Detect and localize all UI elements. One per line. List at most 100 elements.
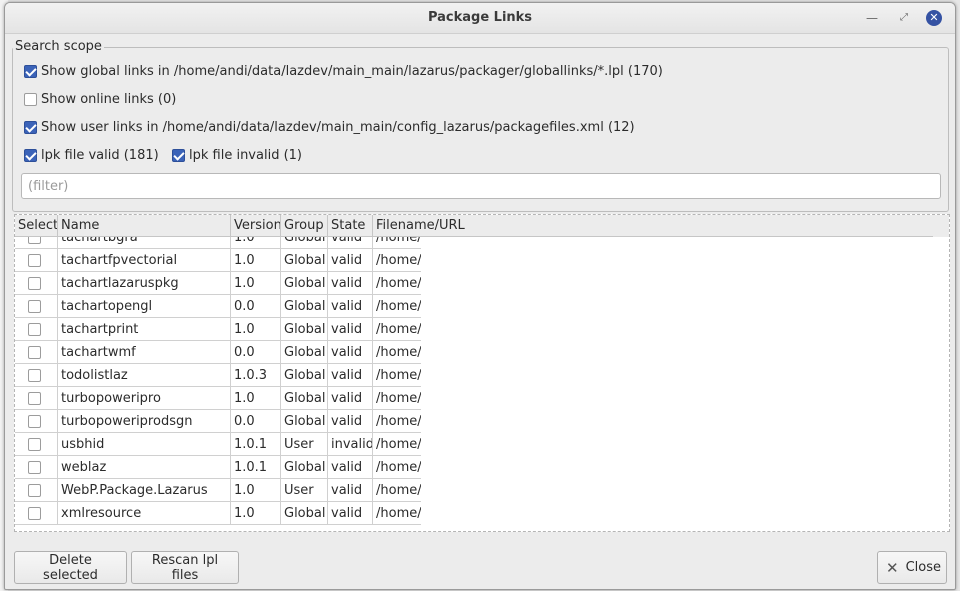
version-cell: 1.0.1 xyxy=(231,456,281,479)
package-links-dialog: Package Links — ⤢ ✕ Search scope Show gl… xyxy=(4,2,956,590)
state-cell: valid xyxy=(328,456,373,479)
row-select-checkbox[interactable] xyxy=(28,323,41,336)
select-cell[interactable] xyxy=(15,295,58,318)
online-links-option[interactable]: Show online links (0) xyxy=(24,90,176,108)
filename-cell: /home/ xyxy=(373,387,421,410)
state-cell: valid xyxy=(328,272,373,295)
online-links-checkbox[interactable] xyxy=(24,92,37,106)
filename-cell: /home/ xyxy=(373,341,421,364)
lpk-valid-label: lpk file valid (181) xyxy=(41,147,159,163)
close-button-label: Close xyxy=(905,560,941,575)
lpk-invalid-label: lpk file invalid (1) xyxy=(189,147,302,163)
row-select-checkbox[interactable] xyxy=(28,237,41,244)
select-cell[interactable] xyxy=(15,364,58,387)
name-cell: xmlresource xyxy=(58,502,231,525)
state-cell: valid xyxy=(328,318,373,341)
close-icon: ✕ xyxy=(886,558,899,577)
filename-cell: /home/ xyxy=(373,502,421,525)
column-header-state[interactable]: State xyxy=(328,215,373,237)
group-cell: Global xyxy=(281,295,328,318)
package-links-table[interactable]: Select Name Version Group State Filename… xyxy=(14,214,950,532)
row-select-checkbox[interactable] xyxy=(28,507,41,520)
filter-input[interactable] xyxy=(21,173,941,199)
rescan-lpl-files-button[interactable]: Rescan lpl files xyxy=(131,551,239,584)
table-header: Select Name Version Group State Filename… xyxy=(15,215,949,237)
name-cell: WebP.Package.Lazarus xyxy=(58,479,231,502)
select-cell[interactable] xyxy=(15,456,58,479)
lpk-invalid-checkbox[interactable] xyxy=(172,148,185,162)
column-header-group[interactable]: Group xyxy=(281,215,328,237)
filename-cell: /home/ xyxy=(373,237,421,249)
version-cell: 0.0 xyxy=(231,341,281,364)
column-header-version[interactable]: Version xyxy=(231,215,281,237)
search-scope-legend: Search scope xyxy=(13,39,104,54)
group-cell: Global xyxy=(281,237,328,249)
column-header-select[interactable]: Select xyxy=(15,215,58,237)
row-select-checkbox[interactable] xyxy=(28,254,41,267)
row-select-checkbox[interactable] xyxy=(28,415,41,428)
maximize-icon[interactable]: ⤢ xyxy=(895,9,913,27)
row-select-checkbox[interactable] xyxy=(28,369,41,382)
row-select-checkbox[interactable] xyxy=(28,484,41,497)
version-cell: 1.0.1 xyxy=(231,433,281,456)
table-body: tachartbgra 1.0 Global valid/home/tachartfp… xyxy=(15,237,949,531)
name-cell: turbopoweriprodsgn xyxy=(58,410,231,433)
minimize-icon[interactable]: — xyxy=(863,9,881,27)
user-links-option[interactable]: Show user links in /home/andi/data/lazde… xyxy=(24,118,635,136)
name-cell: tachartopengl xyxy=(58,295,231,318)
column-header-filename[interactable]: Filename/URL xyxy=(373,215,933,237)
group-cell: Global xyxy=(281,341,328,364)
filename-cell: /home/ xyxy=(373,295,421,318)
version-cell: 1.0 xyxy=(231,502,281,525)
state-cell: valid xyxy=(328,387,373,410)
row-select-checkbox[interactable] xyxy=(28,277,41,290)
select-cell[interactable] xyxy=(15,272,58,295)
select-cell[interactable] xyxy=(15,479,58,502)
group-cell: Global xyxy=(281,318,328,341)
column-header-name[interactable]: Name xyxy=(58,215,231,237)
name-cell: tachartprint xyxy=(58,318,231,341)
filename-cell: /home/ xyxy=(373,456,421,479)
user-links-checkbox[interactable] xyxy=(24,120,37,134)
state-cell: valid xyxy=(328,237,373,249)
state-cell: valid xyxy=(328,295,373,318)
name-cell: tachartlazaruspkg xyxy=(58,272,231,295)
row-select-checkbox[interactable] xyxy=(28,438,41,451)
version-cell: 1.0 xyxy=(231,237,281,249)
version-cell: 0.0 xyxy=(231,410,281,433)
group-cell: Global xyxy=(281,387,328,410)
global-links-checkbox[interactable] xyxy=(24,64,37,78)
row-select-checkbox[interactable] xyxy=(28,461,41,474)
row-select-checkbox[interactable] xyxy=(28,346,41,359)
group-cell: Global xyxy=(281,410,328,433)
select-cell[interactable] xyxy=(15,341,58,364)
global-links-label: Show global links in /home/andi/data/laz… xyxy=(41,63,663,79)
version-cell: 1.0 xyxy=(231,318,281,341)
global-links-option[interactable]: Show global links in /home/andi/data/laz… xyxy=(24,62,663,80)
select-cell[interactable] xyxy=(15,318,58,341)
name-cell: weblaz xyxy=(58,456,231,479)
lpk-valid-option[interactable]: lpk file valid (181) xyxy=(24,146,159,164)
row-select-checkbox[interactable] xyxy=(28,392,41,405)
close-window-icon[interactable]: ✕ xyxy=(926,10,942,26)
group-cell: User xyxy=(281,433,328,456)
group-cell: Global xyxy=(281,249,328,272)
online-links-label: Show online links (0) xyxy=(41,91,177,107)
select-cell[interactable] xyxy=(15,237,58,249)
version-cell: 1.0 xyxy=(231,479,281,502)
select-cell[interactable] xyxy=(15,502,58,525)
window-title: Package Links xyxy=(427,10,533,25)
close-button[interactable]: ✕ Close xyxy=(877,551,947,584)
lpk-invalid-option[interactable]: lpk file invalid (1) xyxy=(172,146,302,164)
delete-selected-button[interactable]: Delete selected xyxy=(14,551,127,584)
lpk-valid-checkbox[interactable] xyxy=(24,148,37,162)
name-cell: usbhid xyxy=(58,433,231,456)
select-cell[interactable] xyxy=(15,433,58,456)
title-bar: Package Links — ⤢ ✕ xyxy=(5,3,955,34)
name-cell: tachartbgra xyxy=(58,237,231,249)
row-select-checkbox[interactable] xyxy=(28,300,41,313)
select-cell[interactable] xyxy=(15,387,58,410)
version-cell: 1.0 xyxy=(231,387,281,410)
select-cell[interactable] xyxy=(15,249,58,272)
select-cell[interactable] xyxy=(15,410,58,433)
